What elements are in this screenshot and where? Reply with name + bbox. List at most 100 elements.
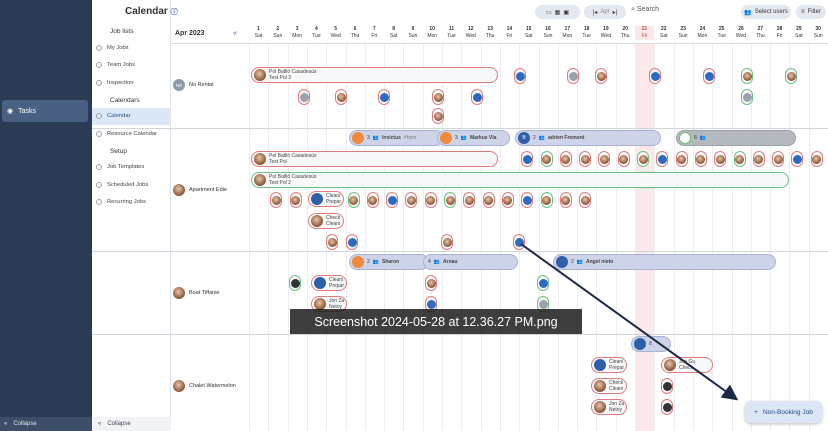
next-button[interactable]: ▸| — [613, 9, 618, 16]
day-column-header[interactable]: 30 Sun — [809, 26, 828, 40]
job-tile[interactable] — [424, 192, 437, 208]
event-bar[interactable]: Cleani Prepar — [591, 357, 627, 373]
job-tile[interactable] — [785, 68, 797, 84]
job-tile[interactable] — [741, 89, 753, 105]
day-column-header[interactable]: 27 Thu — [751, 26, 770, 40]
day-column-header[interactable]: 6 Thu — [346, 26, 365, 40]
job-tile[interactable] — [432, 89, 444, 105]
view-day-button[interactable]: ▭ — [546, 9, 552, 16]
day-column-header[interactable]: 21 Fri — [635, 26, 654, 40]
job-tile[interactable] — [791, 151, 804, 167]
inner-collapse-button[interactable]: « Collapse — [92, 417, 171, 431]
job-tile[interactable] — [386, 192, 399, 208]
event-bar[interactable]: Pol Batlló Casadesús Test Pol 3 — [251, 67, 498, 83]
job-tile[interactable] — [432, 108, 444, 124]
job-tile[interactable] — [346, 234, 358, 250]
day-column-header[interactable]: 12 Wed — [461, 26, 480, 40]
job-tile[interactable] — [378, 89, 390, 105]
sidebar-item-recurring-jobs[interactable]: Recurring Jobs — [92, 194, 170, 212]
job-tile[interactable] — [598, 151, 611, 167]
search-box[interactable]: ⌕ Search — [631, 6, 659, 14]
event-bar[interactable]: Pol Batlló Casadesús Test Pol — [251, 151, 498, 167]
job-tile[interactable] — [405, 192, 418, 208]
job-tile[interactable] — [289, 275, 301, 291]
event-bar[interactable]: Cleani Prepar — [308, 191, 344, 207]
job-tile[interactable] — [425, 275, 437, 291]
filter-button[interactable]: ≡ Filter — [796, 5, 826, 19]
job-tile[interactable] — [298, 89, 310, 105]
day-column-header[interactable]: 23 Sun — [674, 26, 693, 40]
property-apartment-edie[interactable]: Apartment Edie — [173, 184, 227, 196]
job-tile[interactable] — [579, 192, 592, 208]
day-column-header[interactable]: 11 Tue — [442, 26, 461, 40]
sidebar-item-inspection[interactable]: Inspection — [92, 74, 170, 92]
booking-bar[interactable]: 8 — [631, 336, 671, 352]
day-column-header[interactable]: 7 Fri — [365, 26, 384, 40]
job-tile[interactable] — [559, 151, 572, 167]
job-tile[interactable] — [661, 378, 673, 394]
day-column-header[interactable]: 16 Sun — [539, 26, 558, 40]
day-column-header[interactable]: 19 Wed — [596, 26, 615, 40]
current-period[interactable]: Apr — [600, 9, 609, 15]
job-tile[interactable] — [703, 68, 715, 84]
day-column-header[interactable]: 14 Fri — [500, 26, 519, 40]
booking-bar[interactable]: 8 👥 — [676, 130, 796, 146]
day-column-header[interactable]: 25 Tue — [712, 26, 731, 40]
day-column-header[interactable]: 15 Sat — [519, 26, 538, 40]
day-column-header[interactable]: 17 Mon — [558, 26, 577, 40]
job-tile[interactable] — [675, 151, 688, 167]
event-bar[interactable]: Check Cleani — [591, 378, 627, 394]
day-column-header[interactable]: 24 Mon — [693, 26, 712, 40]
job-tile[interactable] — [289, 192, 302, 208]
job-tile[interactable] — [741, 68, 753, 84]
job-tile[interactable] — [810, 151, 823, 167]
job-tile[interactable] — [567, 68, 579, 84]
day-column-header[interactable]: 9 Sun — [403, 26, 422, 40]
day-column-header[interactable]: 28 Fri — [770, 26, 789, 40]
select-users-button[interactable]: 👥 Select users — [741, 5, 791, 19]
job-tile[interactable] — [347, 192, 360, 208]
event-bar[interactable]: Pol Batlló Casadesús Test Pol 2 — [251, 172, 789, 188]
job-tile[interactable] — [661, 399, 673, 415]
day-column-header[interactable]: 2 Sun — [268, 26, 287, 40]
job-tile[interactable] — [521, 151, 534, 167]
event-bar[interactable]: Jon Za Netoy — [591, 399, 627, 415]
outer-collapse-button[interactable]: « Collapse — [0, 417, 92, 431]
job-tile[interactable] — [537, 275, 549, 291]
job-tile[interactable] — [444, 192, 456, 208]
job-tile[interactable] — [772, 151, 785, 167]
sidebar-item-calendar[interactable]: Calendar — [92, 107, 170, 125]
collapse-column-icon[interactable]: « — [233, 30, 237, 37]
job-tile[interactable] — [441, 234, 453, 250]
job-tile[interactable] — [579, 151, 592, 167]
job-tile[interactable] — [463, 192, 476, 208]
day-column-header[interactable]: 8 Sat — [384, 26, 403, 40]
job-tile[interactable] — [649, 68, 661, 84]
job-tile[interactable] — [559, 192, 572, 208]
job-tile[interactable] — [521, 192, 534, 208]
booking-bar[interactable]: 2 👥 Angel nieto — [553, 254, 776, 270]
event-bar[interactable]: Jon Gu Check — [661, 357, 713, 373]
job-tile[interactable] — [501, 192, 514, 208]
day-column-header[interactable]: 4 Tue — [307, 26, 326, 40]
day-column-header[interactable]: 5 Wed — [326, 26, 345, 40]
day-column-header[interactable]: 3 Mon — [288, 26, 307, 40]
day-column-header[interactable]: 29 Sat — [789, 26, 808, 40]
booking-bar[interactable]: 3 👥 Invictus #hom — [349, 130, 444, 146]
day-column-header[interactable]: 26 Wed — [732, 26, 751, 40]
job-tile[interactable] — [714, 151, 727, 167]
property-chalet[interactable]: Chalet Watermelon — [173, 380, 236, 392]
booking-bar[interactable]: 2 👥 Sharon — [349, 254, 429, 270]
day-column-header[interactable]: 10 Mon — [423, 26, 442, 40]
job-tile[interactable] — [752, 151, 765, 167]
job-tile[interactable] — [366, 192, 379, 208]
job-tile[interactable] — [514, 68, 526, 84]
sidebar-item-job-templates[interactable]: Job Templates — [92, 159, 170, 177]
job-tile[interactable] — [595, 68, 607, 84]
job-tile[interactable] — [335, 89, 347, 105]
day-column-header[interactable]: 20 Thu — [616, 26, 635, 40]
non-booking-job-button[interactable]: + Non-Booking Job — [745, 401, 822, 423]
job-tile[interactable] — [694, 151, 707, 167]
job-tile[interactable] — [326, 234, 338, 250]
job-tile[interactable] — [471, 89, 483, 105]
